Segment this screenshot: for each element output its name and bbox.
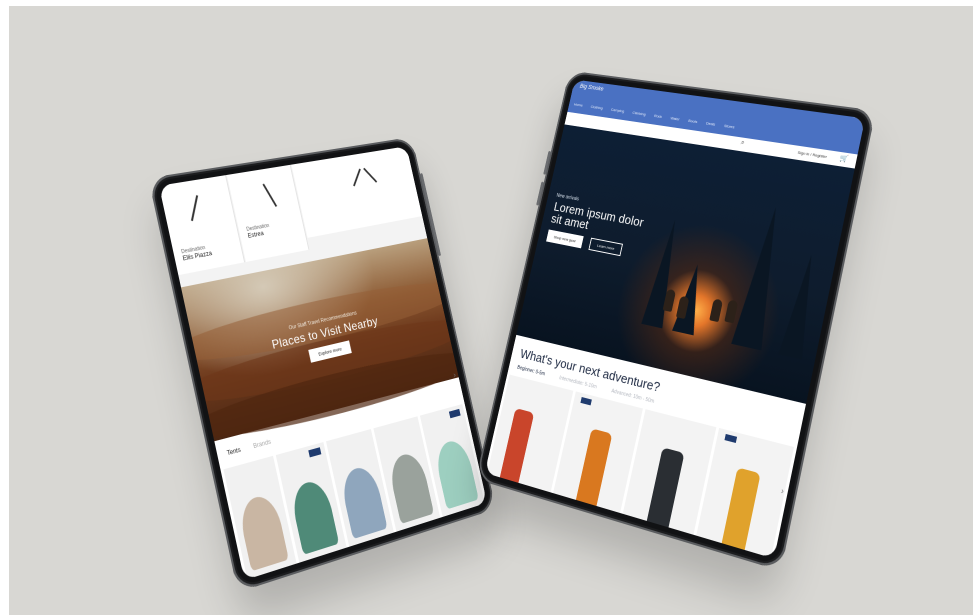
nav-item[interactable]: Boots bbox=[687, 118, 698, 127]
sale-badge bbox=[307, 447, 321, 458]
nav-item[interactable]: Stores bbox=[723, 123, 735, 132]
person-silhouette bbox=[709, 298, 724, 323]
brand-logo[interactable]: Big Smoke bbox=[579, 84, 604, 93]
nav-item[interactable]: Rock bbox=[653, 113, 663, 122]
sale-badge bbox=[724, 433, 738, 443]
backpack-image bbox=[576, 427, 613, 506]
shop-button[interactable]: Shop new gear bbox=[546, 229, 584, 249]
tent-image bbox=[338, 463, 388, 540]
tree-silhouette bbox=[778, 252, 824, 360]
product-tabs: Tents Brands bbox=[227, 436, 283, 457]
nav-item[interactable]: Water bbox=[669, 115, 680, 124]
nav-item[interactable]: Climbing bbox=[631, 110, 646, 119]
tab-brands[interactable]: Brands bbox=[253, 439, 272, 450]
tent-image bbox=[288, 477, 340, 555]
tent-image bbox=[237, 492, 290, 572]
nav-item[interactable]: Home bbox=[573, 102, 584, 110]
tab-beginner[interactable]: Beginner: 0-5m bbox=[517, 365, 546, 378]
nav-item[interactable]: Camping bbox=[610, 107, 624, 116]
tile-caption: Estrea bbox=[247, 230, 265, 240]
sale-badge bbox=[448, 408, 461, 419]
tent-image bbox=[432, 437, 479, 510]
destination-tile[interactable] bbox=[291, 146, 425, 238]
backpack-image bbox=[499, 407, 535, 483]
backpack-image bbox=[647, 446, 685, 528]
learn-more-button[interactable]: Learn more bbox=[588, 237, 624, 257]
tree-silhouette bbox=[672, 262, 709, 336]
tent-image bbox=[386, 450, 434, 525]
tab-tents[interactable]: Tents bbox=[227, 447, 242, 457]
nav-item[interactable]: Clothing bbox=[590, 104, 603, 113]
sale-badge bbox=[580, 397, 592, 406]
backpack-image bbox=[721, 466, 761, 550]
cart-icon[interactable]: 🛒 bbox=[839, 154, 849, 163]
tree-silhouette bbox=[731, 204, 791, 351]
nav-item[interactable]: Deals bbox=[705, 121, 716, 130]
